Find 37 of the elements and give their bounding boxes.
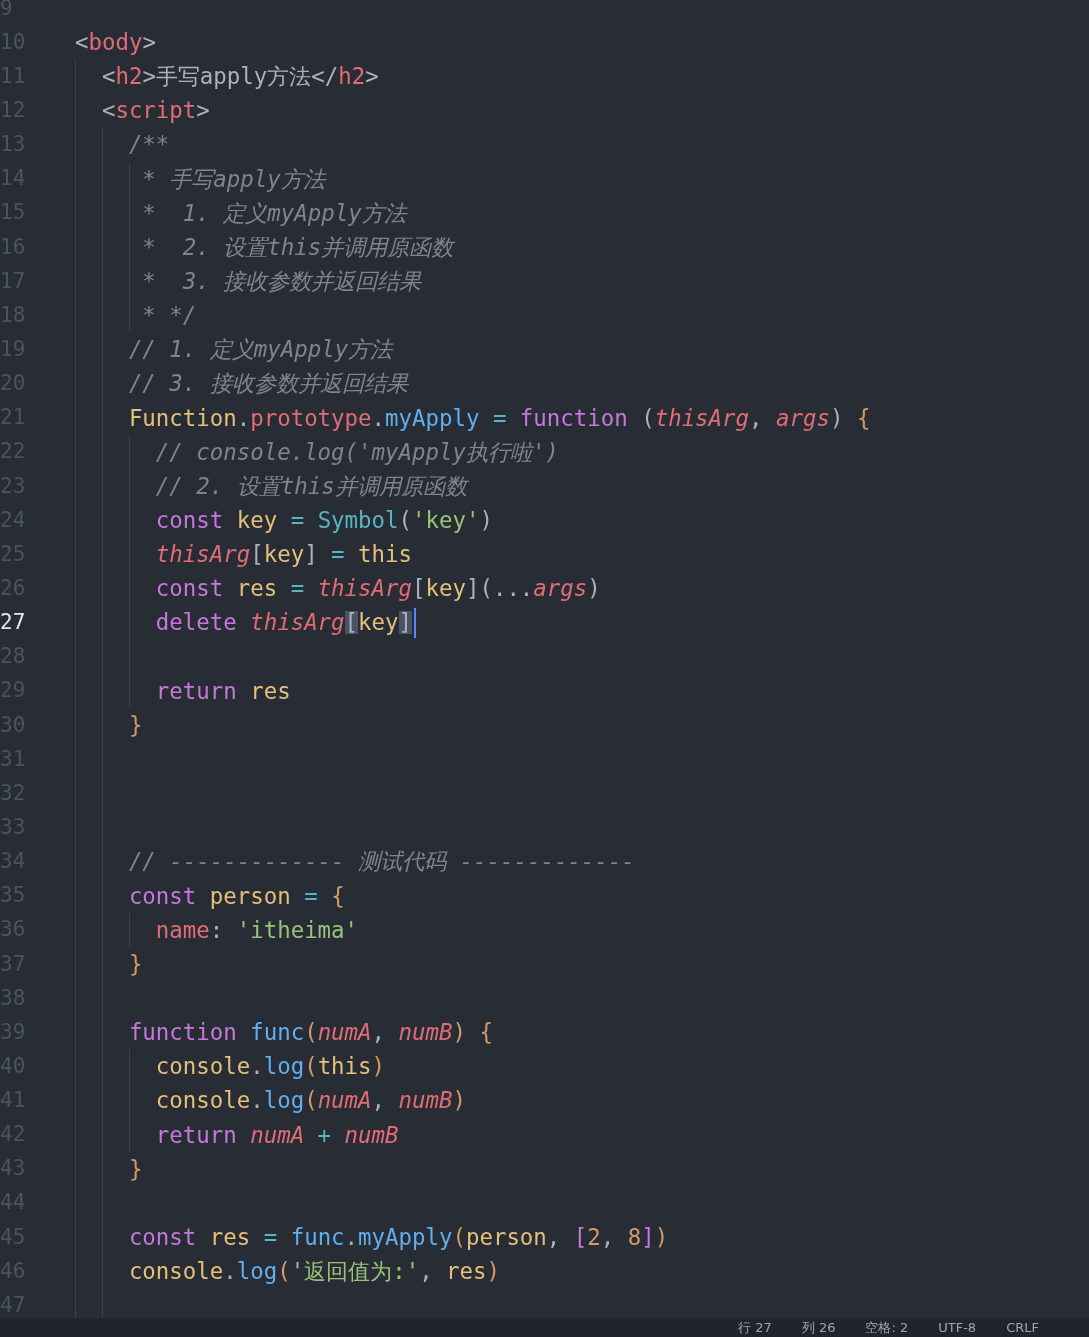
code-line: const res = thisArg[key](...args)	[154, 577, 601, 600]
code-line: // 3. 接收参数并返回结果	[127, 372, 408, 395]
code-line: delete thisArg[key]	[154, 611, 412, 634]
code-line: // 2. 设置this并调用原函数	[154, 474, 467, 498]
code-line: }	[127, 952, 143, 976]
code-line: }	[127, 1157, 143, 1181]
code-line: /**	[127, 133, 170, 156]
code-line: * 2. 设置this并调用原函数	[141, 235, 454, 259]
status-item[interactable]: 行 27	[738, 1321, 772, 1334]
code-line: <h2>手写apply方法</h2>	[100, 65, 379, 88]
code-line: * 1. 定义myApply方法	[141, 201, 406, 225]
code-line: * */	[141, 304, 197, 327]
code-line: const res = func.myApply(person, [2, 8])	[127, 1225, 669, 1249]
status-item[interactable]: 空格: 2	[865, 1321, 909, 1334]
status-item[interactable]: UTF-8	[938, 1321, 977, 1334]
code-line: const key = Symbol('key')	[154, 508, 493, 532]
code-line: return numA + numB	[154, 1123, 399, 1146]
code-line: // console.log('myApply执行啦')	[154, 440, 559, 464]
code-line: function func(numA, numB) {	[127, 1021, 493, 1044]
code-line: console.log(numA, numB)	[154, 1089, 466, 1112]
code-line: thisArg[key] = this	[154, 543, 412, 566]
code-line: const person = {	[127, 884, 345, 907]
status-item[interactable]: CRLF	[1006, 1321, 1039, 1334]
code-line: }	[127, 713, 143, 737]
code-line: <body>	[73, 31, 156, 54]
line-number: 27	[0, 612, 27, 634]
status-item[interactable]: 列 26	[801, 1321, 836, 1334]
code-line: Function.prototype.myApply = function (thisArg, args) {	[127, 406, 871, 429]
code-line: console.log(this)	[154, 1055, 386, 1078]
code-line: console.log('返回值为:', res)	[127, 1260, 501, 1283]
code-line: name: 'itheima'	[154, 918, 359, 942]
code-line: // 1. 定义myApply方法	[127, 338, 393, 361]
code-line: // ------------- 测试代码 -------------	[127, 850, 635, 873]
code-line: return res	[154, 679, 291, 703]
code-line: <script>	[100, 99, 210, 122]
code-line: * 3. 接收参数并返回结果	[141, 270, 422, 293]
code-line: * 手写apply方法	[141, 167, 325, 190]
